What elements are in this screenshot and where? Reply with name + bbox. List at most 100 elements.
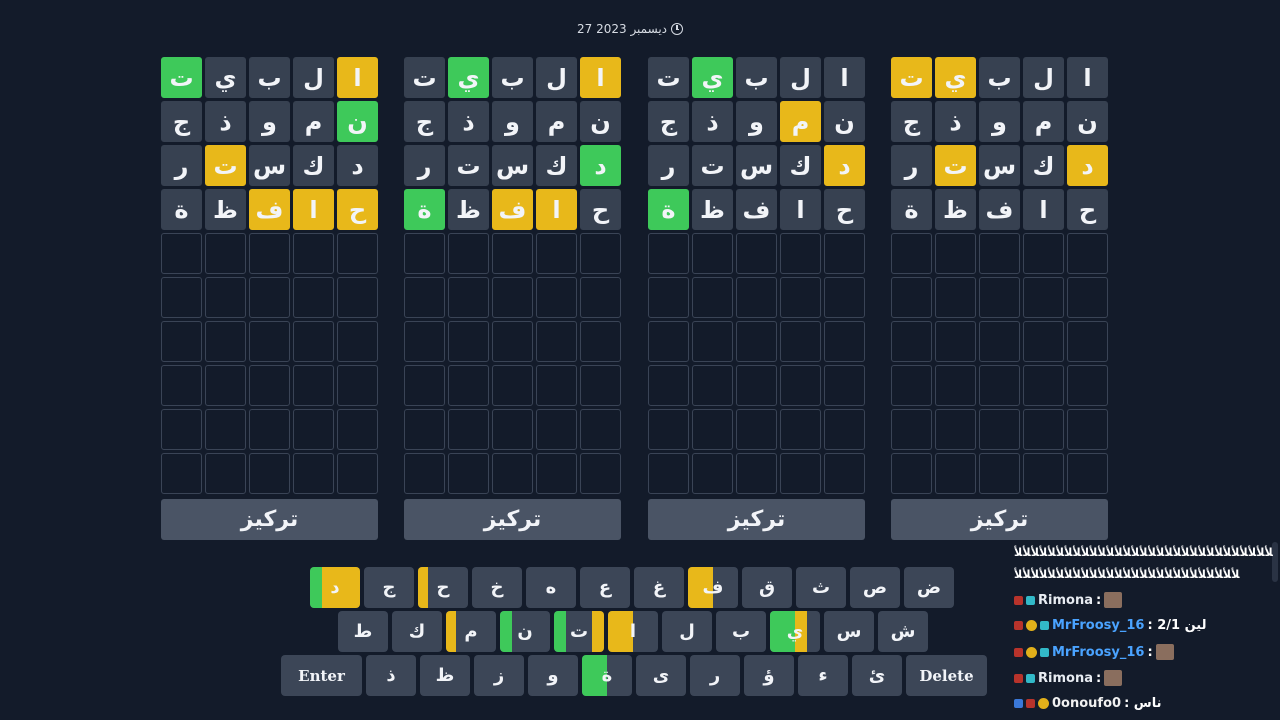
key-label: Enter <box>298 666 345 685</box>
tile: ك <box>780 145 821 186</box>
letter-key[interactable]: ذ <box>366 655 416 696</box>
tile: ت <box>692 145 733 186</box>
tile <box>448 277 489 318</box>
key-label: ي <box>786 621 804 642</box>
letter-key[interactable]: ء <box>798 655 848 696</box>
tile <box>161 365 202 406</box>
red-badge-icon <box>1014 673 1023 683</box>
key-label: س <box>836 621 862 642</box>
clock-icon <box>671 23 684 35</box>
tile: م <box>780 101 821 142</box>
tile: ا <box>780 189 821 230</box>
letter-key[interactable]: و <box>528 655 578 696</box>
letter-key[interactable]: ي <box>770 611 820 652</box>
delete-key[interactable]: Delete <box>906 655 987 696</box>
letter-key[interactable]: د <box>310 567 360 608</box>
letter-key[interactable]: ق <box>742 567 792 608</box>
tile <box>293 233 334 274</box>
tile <box>536 321 577 362</box>
red-badge-icon <box>1014 595 1023 605</box>
tile: ل <box>1023 57 1064 98</box>
tile <box>648 409 689 450</box>
red-badge-icon <box>1014 647 1023 657</box>
tile <box>536 453 577 494</box>
board-grid: تيبلاجذومنرتسكدةظفاح <box>161 57 379 494</box>
board-2: ت ي ب ل ا ج ذ و م ن ر ت س ك د ة ظ ف ا ح تركيز <box>404 57 622 540</box>
tile <box>648 277 689 318</box>
letter-key[interactable]: ج <box>364 567 414 608</box>
chat-username[interactable]: MrFroosy_16 <box>1052 645 1144 660</box>
tile <box>692 365 733 406</box>
enter-key[interactable]: Enter <box>281 655 362 696</box>
letter-key[interactable]: ط <box>338 611 388 652</box>
letter-key[interactable]: م <box>446 611 496 652</box>
chat-username[interactable]: Rimona <box>1038 593 1093 608</box>
chat-username[interactable]: 0onoufo0 <box>1052 696 1121 711</box>
letter-key[interactable]: غ <box>634 567 684 608</box>
tile <box>648 321 689 362</box>
teal-badge-icon <box>1026 673 1035 683</box>
tile: ذ <box>935 101 976 142</box>
tile <box>448 365 489 406</box>
letter-key[interactable]: ئ <box>852 655 902 696</box>
tile <box>448 453 489 494</box>
letter-key[interactable]: ى <box>636 655 686 696</box>
tile: ح <box>1067 189 1108 230</box>
letter-key[interactable]: ر <box>690 655 740 696</box>
key-label: خ <box>490 577 504 598</box>
tile <box>780 321 821 362</box>
letter-key[interactable]: ت <box>554 611 604 652</box>
emote-icon <box>1155 644 1174 660</box>
letter-key[interactable]: ك <box>392 611 442 652</box>
tile <box>935 233 976 274</box>
chat-message: 0onoufo0: ناس <box>1014 696 1162 711</box>
letter-key[interactable]: ا <box>608 611 658 652</box>
letter-key[interactable]: ن <box>500 611 550 652</box>
tile: ب <box>492 57 533 98</box>
letter-key[interactable]: ز <box>474 655 524 696</box>
letter-key[interactable]: ف <box>688 567 738 608</box>
tile: ف <box>492 189 533 230</box>
tile: ر <box>648 145 689 186</box>
key-label: Delete <box>919 666 974 685</box>
tile <box>979 453 1020 494</box>
letter-key[interactable]: ل <box>662 611 712 652</box>
tile <box>1067 409 1108 450</box>
key-label: غ <box>652 577 666 598</box>
letter-key[interactable]: ب <box>716 611 766 652</box>
focus-button[interactable]: تركيز <box>161 499 378 540</box>
board-1: ت ي ب ل ا ج ذ و م ن ر ت س ك د ة ظ ف ا ح تركيز <box>161 57 379 540</box>
letter-key[interactable]: ه <box>526 567 576 608</box>
letter-key[interactable]: س <box>824 611 874 652</box>
tile <box>1067 321 1108 362</box>
teal-badge-icon <box>1040 647 1049 657</box>
tile <box>249 233 290 274</box>
letter-key[interactable]: ع <box>580 567 630 608</box>
letter-key[interactable]: ض <box>904 567 954 608</box>
chat-username[interactable]: MrFroosy_16 <box>1052 618 1144 633</box>
chat-text: : <box>1147 644 1153 660</box>
letter-key[interactable]: ظ <box>420 655 470 696</box>
chat-message: ﻸﻸﻸﻸﻸﻸﻸﻸﻸﻸﻸﻸﻸﻸﻸﻸﻸﻸﻸﻸﻸﻸﻸﻸﻸﻸﻸ <box>1014 568 1241 581</box>
tile: و <box>979 101 1020 142</box>
tile <box>1067 233 1108 274</box>
letter-key[interactable]: ة <box>582 655 632 696</box>
letter-key[interactable]: ث <box>796 567 846 608</box>
letter-key[interactable]: ؤ <box>744 655 794 696</box>
chat-username[interactable]: Rimona <box>1038 671 1093 686</box>
focus-button[interactable]: تركيز <box>404 499 621 540</box>
tile: ظ <box>448 189 489 230</box>
focus-button[interactable]: تركيز <box>648 499 865 540</box>
letter-key[interactable]: خ <box>472 567 522 608</box>
tile <box>404 321 445 362</box>
tile <box>161 453 202 494</box>
letter-key[interactable]: ش <box>878 611 928 652</box>
focus-button[interactable]: تركيز <box>891 499 1108 540</box>
tile: ت <box>205 145 246 186</box>
tile: ب <box>249 57 290 98</box>
tile: ظ <box>935 189 976 230</box>
key-label: ؤ <box>763 665 775 686</box>
letter-key[interactable]: ح <box>418 567 468 608</box>
tile <box>337 365 378 406</box>
letter-key[interactable]: ص <box>850 567 900 608</box>
